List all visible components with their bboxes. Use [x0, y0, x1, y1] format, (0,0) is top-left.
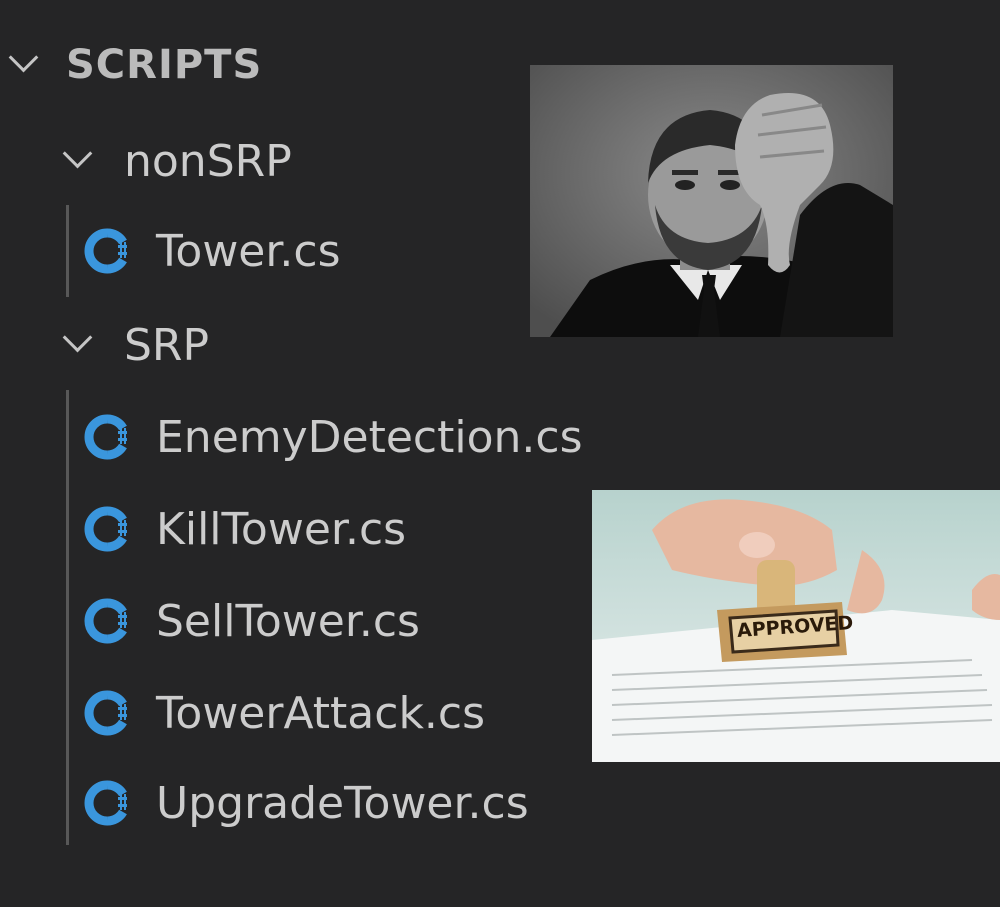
- file-label: KillTower.cs: [156, 503, 407, 555]
- csharp-file-icon: [84, 228, 127, 274]
- folder-nonsrp[interactable]: nonSRP: [56, 116, 292, 206]
- chevron-down-icon[interactable]: [56, 139, 100, 183]
- approval-photo: APPROVED: [592, 490, 1000, 762]
- csharp-file-icon: [84, 780, 127, 826]
- csharp-file-icon: [84, 414, 127, 460]
- csharp-file-icon: [84, 506, 127, 552]
- folder-srp[interactable]: SRP: [56, 300, 209, 390]
- file-label: SellTower.cs: [156, 595, 420, 647]
- file-item-selltower[interactable]: SellTower.cs: [80, 576, 420, 666]
- file-item-towerattack[interactable]: TowerAttack.cs: [80, 668, 485, 758]
- folder-label: SRP: [124, 319, 210, 371]
- chevron-down-icon[interactable]: [56, 323, 100, 367]
- file-item-tower[interactable]: Tower.cs: [80, 206, 341, 296]
- chevron-down-icon[interactable]: [2, 43, 46, 87]
- indent-guide: [66, 390, 69, 845]
- file-item-enemydetection[interactable]: EnemyDetection.cs: [80, 392, 583, 482]
- file-item-upgradetower[interactable]: UpgradeTower.cs: [80, 758, 529, 848]
- file-item-killtower[interactable]: KillTower.cs: [80, 484, 406, 574]
- section-title: SCRIPTS: [66, 42, 263, 88]
- file-label: Tower.cs: [156, 225, 341, 277]
- csharp-file-icon: [84, 598, 127, 644]
- section-header-scripts[interactable]: SCRIPTS: [0, 20, 262, 110]
- indent-guide: [66, 205, 69, 297]
- folder-label: nonSRP: [124, 135, 292, 187]
- file-label: EnemyDetection.cs: [156, 411, 583, 463]
- file-label: TowerAttack.cs: [156, 687, 486, 739]
- thumbs-down-man-illustration: [530, 65, 893, 337]
- disapproval-photo: [530, 65, 893, 337]
- file-label: UpgradeTower.cs: [156, 777, 529, 829]
- csharp-file-icon: [84, 690, 127, 736]
